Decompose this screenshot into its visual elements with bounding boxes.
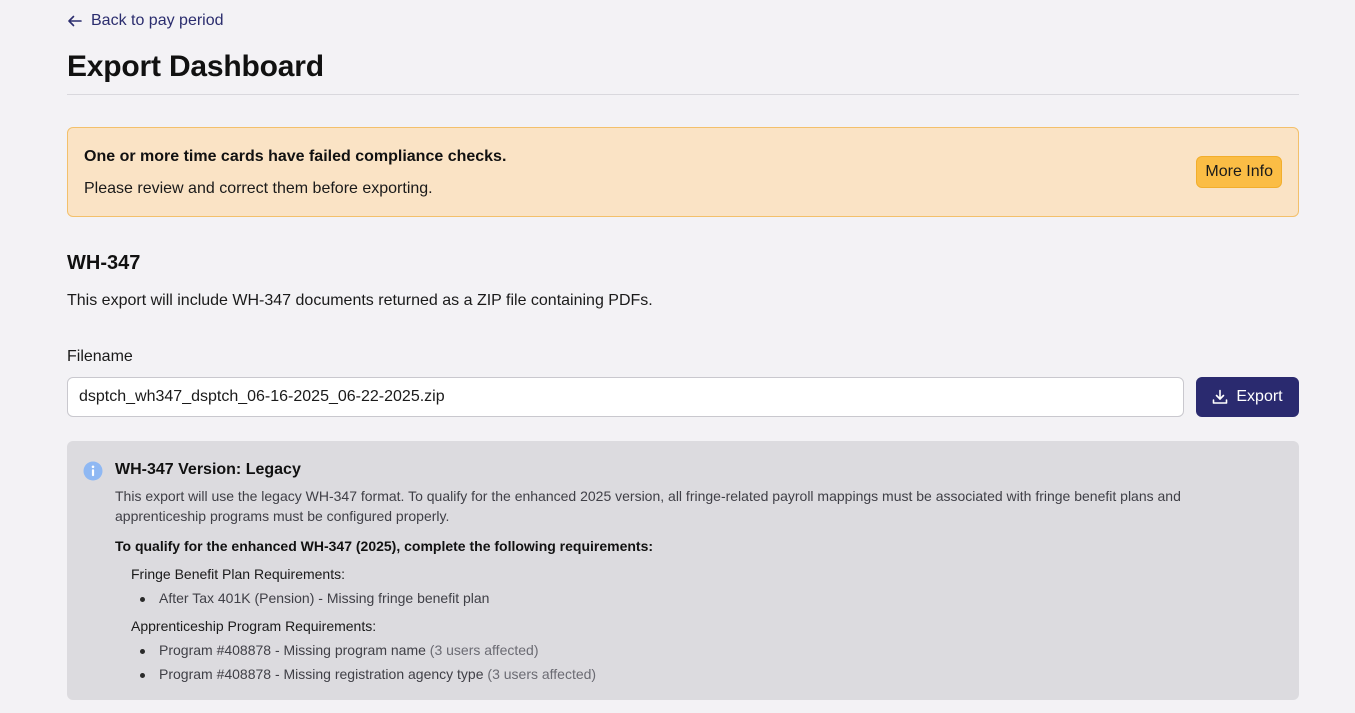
section-title: WH-347 [67,252,141,274]
requirement-text: After Tax 401K (Pension) - Missing fring… [159,590,490,606]
alert-title: One or more time cards have failed compl… [84,148,507,165]
requirement-text: Program #408878 - Missing registration a… [159,666,484,682]
version-info-panel: WH-347 Version: Legacy This export will … [67,441,1299,700]
requirement-item: After Tax 401K (Pension) - Missing fring… [139,590,490,606]
back-link-label: Back to pay period [91,12,224,29]
filename-label: Filename [67,348,133,365]
header-divider [67,94,1299,95]
fringe-benefit-requirements-heading: Fringe Benefit Plan Requirements: [131,566,345,582]
requirement-text: Program #408878 - Missing program name [159,642,426,658]
apprenticeship-requirements-heading: Apprenticeship Program Requirements: [131,618,377,634]
requirement-item: Program #408878 - Missing program name (… [139,642,539,658]
compliance-alert: One or more time cards have failed compl… [67,127,1299,217]
back-to-pay-period-link[interactable]: Back to pay period [67,12,224,30]
section-description: This export will include WH-347 document… [67,292,653,309]
page-title: Export Dashboard [67,50,324,83]
requirement-item: Program #408878 - Missing registration a… [139,666,597,682]
download-icon [1213,389,1228,404]
requirements-heading: To qualify for the enhanced WH-347 (2025… [115,538,654,554]
users-affected-note: (3 users affected) [487,666,597,682]
version-info-text: This export will use the legacy WH-347 f… [115,488,1181,524]
alert-text: Please review and correct them before ex… [84,180,433,197]
more-info-button[interactable]: More Info [1196,156,1282,188]
arrow-left-icon [68,15,82,27]
version-info-title: WH-347 Version: Legacy [115,461,301,478]
filename-input[interactable] [67,377,1184,417]
users-affected-note: (3 users affected) [429,642,539,658]
export-button-label: Export [1236,388,1283,405]
info-icon [83,461,103,481]
export-dashboard-page: Back to pay period Export Dashboard One … [0,0,1355,713]
export-button[interactable]: Export [1196,377,1299,417]
